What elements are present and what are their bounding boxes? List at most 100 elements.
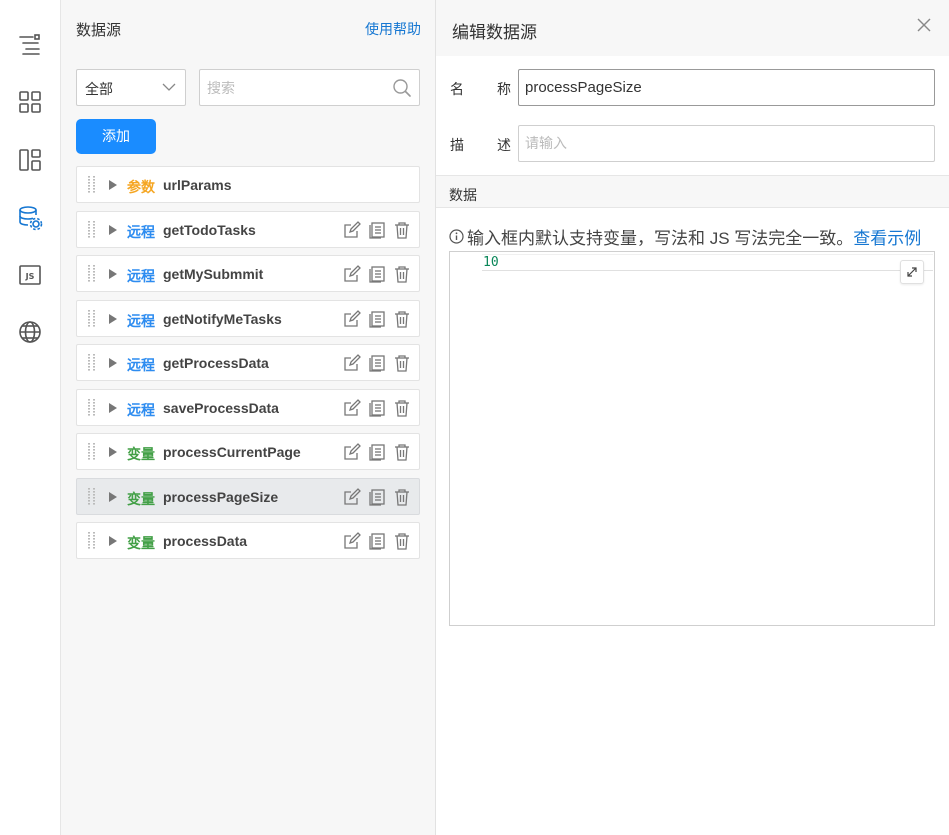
delete-trash-icon[interactable] (393, 265, 411, 283)
datasource-list: 参数 urlParams 远程 getTodoTasks 远程 getMySubmmit 远… (76, 166, 420, 567)
drag-handle-icon[interactable] (88, 220, 96, 244)
datasource-list-panel: 数据源 使用帮助 全部 添加 参数 urlParams 远程 getTodoTasks… (61, 0, 436, 835)
edit-icon[interactable] (343, 309, 361, 328)
datasource-type-label: 远程 (127, 223, 155, 240)
datasource-actions (343, 354, 411, 372)
delete-trash-icon[interactable] (393, 221, 411, 239)
datasource-item[interactable]: 远程 getMySubmmit (76, 255, 420, 292)
datasource-actions (343, 443, 411, 461)
datasource-name: processCurrentPage (163, 444, 301, 460)
datasource-type-label: 远程 (127, 312, 155, 329)
expand-triangle-icon[interactable] (109, 224, 117, 235)
view-example-link[interactable]: 查看示例 (853, 224, 921, 249)
expand-triangle-icon[interactable] (109, 447, 117, 457)
globe-i18n-icon[interactable] (13, 315, 47, 349)
search-input[interactable] (200, 70, 380, 105)
datasource-actions (343, 487, 411, 506)
datasource-actions (343, 532, 411, 550)
datasource-type-label: 变量 (127, 446, 155, 462)
expand-arrows-icon (907, 267, 917, 277)
datasource-item[interactable]: 远程 getProcessData (76, 344, 420, 381)
copy-doc-icon[interactable] (368, 443, 386, 461)
desc-label-1: 描 (450, 137, 464, 153)
datasource-type-label: 参数 (127, 179, 155, 195)
desc-label-2: 述 (497, 137, 511, 153)
edit-icon[interactable] (343, 398, 361, 417)
drag-handle-icon[interactable] (88, 176, 96, 199)
drag-handle-icon[interactable] (88, 265, 96, 288)
datasource-item[interactable]: 远程 getNotifyMeTasks (76, 299, 420, 337)
help-link[interactable]: 使用帮助 (365, 19, 421, 39)
datasource-name: processData (163, 533, 248, 549)
copy-doc-icon[interactable] (368, 488, 386, 506)
variable-hint: 输入框内默认支持变量，写法和 JS 写法完全一致。 查看示例 (449, 224, 921, 249)
expand-triangle-icon[interactable] (109, 491, 117, 502)
name-field[interactable] (518, 69, 935, 106)
copy-doc-icon[interactable] (368, 354, 386, 372)
expand-triangle-icon[interactable] (109, 313, 117, 324)
panel-title: 数据源 (76, 22, 122, 39)
edit-icon[interactable] (343, 532, 361, 550)
description-field[interactable] (518, 125, 935, 162)
expand-triangle-icon[interactable] (109, 402, 117, 413)
copy-doc-icon[interactable] (368, 265, 386, 283)
drag-handle-icon[interactable] (88, 487, 96, 511)
copy-doc-icon[interactable] (368, 399, 386, 417)
chevron-down-icon (162, 83, 176, 91)
expand-triangle-icon[interactable] (109, 180, 117, 190)
expand-triangle-icon[interactable] (109, 269, 117, 279)
js-code-icon[interactable]: JS (13, 258, 47, 292)
datasource-item[interactable]: 参数 urlParams (76, 166, 420, 203)
edit-icon[interactable] (343, 265, 361, 283)
delete-trash-icon[interactable] (393, 310, 411, 328)
datasource-item[interactable]: 变量 processPageSize (76, 477, 420, 515)
delete-trash-icon[interactable] (393, 488, 411, 506)
expand-triangle-icon[interactable] (109, 536, 117, 546)
delete-trash-icon[interactable] (393, 399, 411, 417)
datasource-name: saveProcessData (163, 399, 279, 416)
datasource-name: processPageSize (163, 488, 279, 505)
delete-trash-icon[interactable] (393, 354, 411, 372)
drag-handle-icon[interactable] (88, 443, 96, 466)
datasource-item[interactable]: 变量 processData (76, 522, 420, 559)
copy-doc-icon[interactable] (368, 310, 386, 328)
search-icon[interactable] (392, 78, 412, 98)
fullscreen-expand-button[interactable] (900, 260, 924, 284)
edit-icon[interactable] (343, 220, 361, 239)
datasource-name: getProcessData (163, 355, 269, 371)
datasource-type-label: 变量 (127, 535, 155, 551)
code-line[interactable]: 10 (482, 254, 933, 271)
copy-doc-icon[interactable] (368, 532, 386, 550)
layout-template-icon[interactable] (13, 143, 47, 177)
name-label-2: 称 (497, 81, 511, 97)
datasource-item[interactable]: 远程 getTodoTasks (76, 210, 420, 248)
type-filter-value: 全部 (85, 81, 113, 97)
close-icon[interactable] (915, 16, 933, 34)
drag-handle-icon[interactable] (88, 532, 96, 555)
editor-header: 编辑数据源 (436, 0, 949, 56)
edit-datasource-panel: 编辑数据源 名 称 描 述 数据 输入框内默认支持变量，写法和 JS 写法完全一… (436, 0, 949, 835)
datasource-type-label: 变量 (127, 490, 155, 507)
drag-handle-icon[interactable] (88, 354, 96, 377)
copy-doc-icon[interactable] (368, 221, 386, 239)
datasource-icon[interactable] (13, 201, 47, 235)
edit-icon[interactable] (343, 354, 361, 372)
expand-triangle-icon[interactable] (109, 358, 117, 368)
search-box (199, 69, 420, 106)
drag-handle-icon[interactable] (88, 309, 96, 333)
datasource-item[interactable]: 远程 saveProcessData (76, 388, 420, 426)
drag-handle-icon[interactable] (88, 398, 96, 422)
edit-icon[interactable] (343, 443, 361, 461)
components-grid-icon[interactable] (13, 85, 47, 119)
type-filter-select[interactable]: 全部 (76, 69, 186, 106)
delete-trash-icon[interactable] (393, 443, 411, 461)
data-section-header: 数据 (436, 175, 949, 208)
code-editor[interactable]: 10 (449, 251, 935, 626)
datasource-type-label: 远程 (127, 401, 155, 418)
datasource-name: getNotifyMeTasks (163, 310, 282, 327)
add-datasource-button[interactable]: 添加 (76, 119, 156, 154)
delete-trash-icon[interactable] (393, 532, 411, 550)
outline-tree-icon[interactable] (13, 28, 47, 62)
datasource-item[interactable]: 变量 processCurrentPage (76, 433, 420, 470)
edit-icon[interactable] (343, 487, 361, 506)
